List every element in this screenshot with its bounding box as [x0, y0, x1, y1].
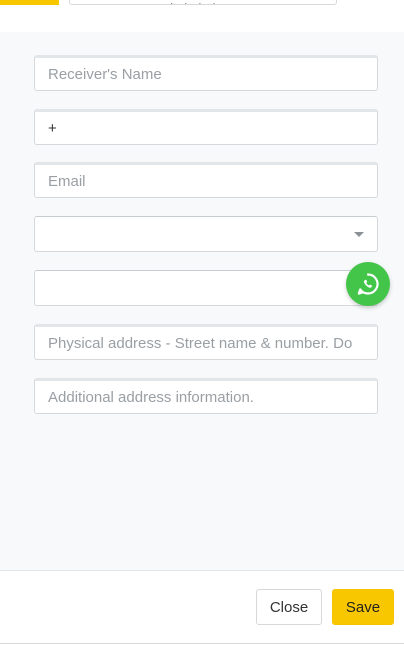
phone-value: +	[48, 119, 57, 137]
email-placeholder: Email	[48, 172, 86, 190]
physical-address-placeholder: Physical address - Street name & number.…	[48, 334, 353, 352]
blank-input[interactable]	[34, 270, 378, 306]
chevron-down-icon	[354, 232, 364, 237]
modal-footer: Close Save	[0, 570, 404, 644]
save-button[interactable]: Save	[332, 589, 394, 625]
top-dots: · · · ·	[170, 0, 220, 9]
close-button[interactable]: Close	[256, 589, 322, 625]
country-select[interactable]	[34, 216, 378, 252]
additional-address-placeholder: Additional address information.	[48, 388, 254, 406]
top-accent-tab[interactable]	[0, 0, 59, 5]
receiver-name-placeholder: Receiver's Name	[48, 65, 162, 83]
receiver-name-input[interactable]: Receiver's Name	[34, 55, 378, 91]
additional-address-input[interactable]: Additional address information.	[34, 378, 378, 414]
whatsapp-icon	[357, 273, 379, 295]
whatsapp-button[interactable]	[346, 262, 390, 306]
phone-input[interactable]: +	[34, 109, 378, 145]
email-input[interactable]: Email	[34, 162, 378, 198]
physical-address-input[interactable]: Physical address - Street name & number.…	[34, 324, 378, 360]
top-bar: · · · ·	[0, 0, 404, 33]
